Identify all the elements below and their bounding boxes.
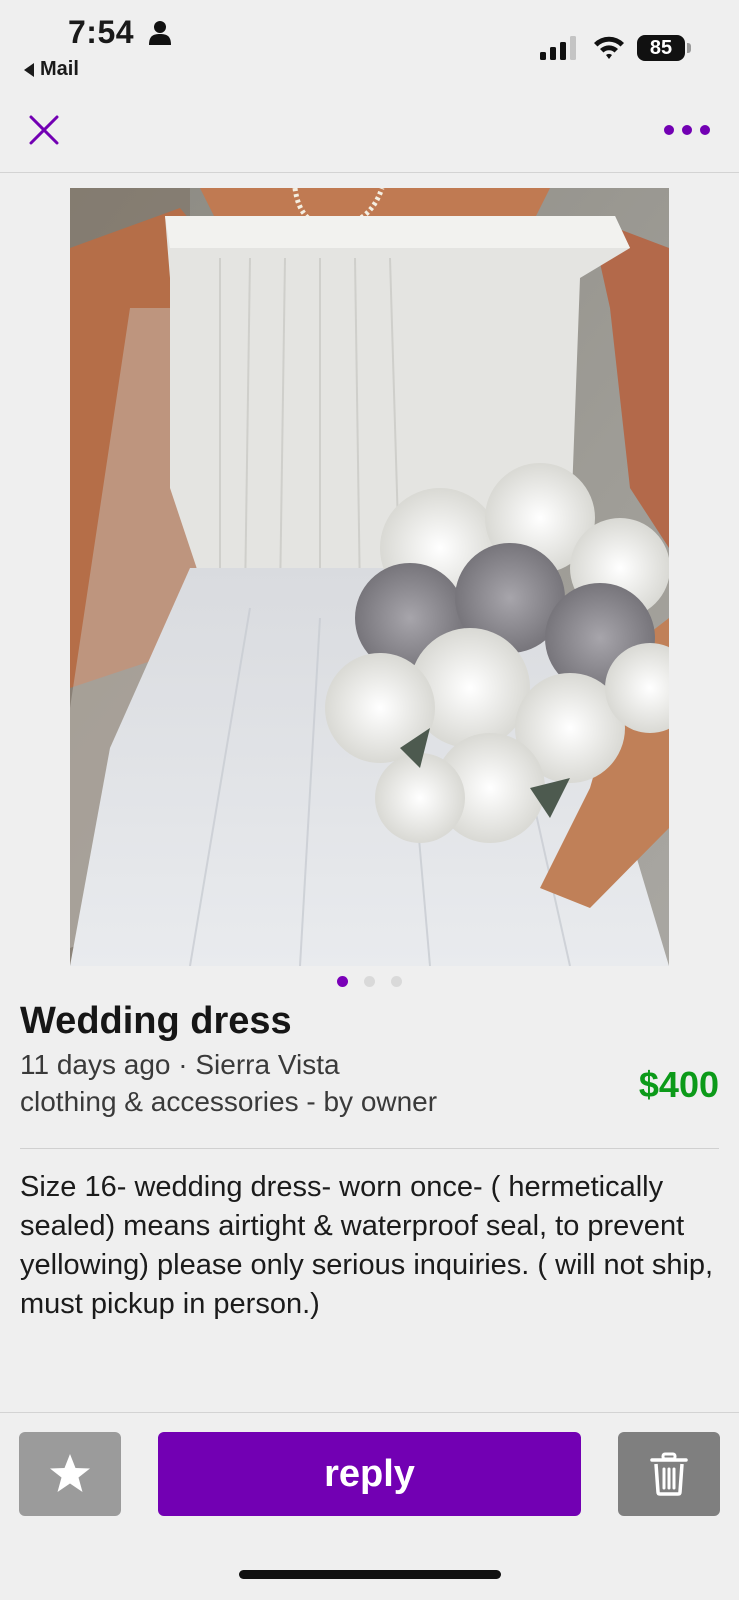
status-time: 7:54 [68,14,135,50]
back-to-app-link[interactable]: Mail [24,58,79,81]
battery-level: 85 [637,35,685,61]
carousel-dot-1[interactable] [337,976,348,987]
home-indicator[interactable] [239,1570,501,1579]
battery-indicator: 85 [637,35,691,61]
carousel-dots[interactable] [0,976,739,990]
delete-button[interactable] [618,1432,720,1516]
listing-posted-location: 11 days ago · Sierra Vista [20,1049,340,1080]
person-icon [149,21,171,45]
battery-cap [687,43,691,53]
back-triangle-icon [24,62,34,77]
favorite-button[interactable] [19,1432,121,1516]
cellular-signal-icon [540,36,576,60]
action-bar: reply [0,1412,739,1537]
status-bar: 7:54 Mail 85 [0,0,739,90]
star-icon [50,1454,90,1492]
listing-title: Wedding dress [20,1000,292,1042]
back-app-label: Mail [40,58,79,80]
reply-button[interactable]: reply [158,1432,581,1516]
listing-photo[interactable] [70,188,669,966]
trash-icon [650,1452,688,1496]
listing-price: $400 [638,1064,719,1105]
more-options-icon[interactable] [662,118,712,142]
top-nav [0,100,739,173]
listing-description: Size 16- wedding dress- worn once- ( her… [20,1171,714,1320]
carousel-dot-2[interactable] [364,976,375,987]
close-icon[interactable] [26,112,62,148]
wifi-icon [594,36,624,59]
divider [20,1148,719,1149]
carousel-dot-3[interactable] [391,976,402,987]
listing-category: clothing & accessories - by owner [20,1086,438,1117]
